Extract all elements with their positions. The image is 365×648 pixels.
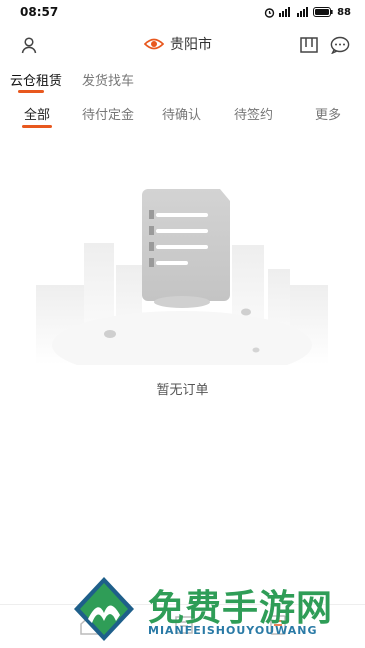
scan-icon[interactable] [300, 36, 318, 54]
order-tab-all[interactable]: 全部 [21, 104, 53, 128]
watermark: 免费手游网 MIANFEISHOUYOUWANG [70, 575, 360, 645]
top-header: 贵阳市 [0, 28, 365, 62]
order-tab-pending-confirm[interactable]: 待确认 [162, 104, 201, 123]
empty-orders-text: 暂无订单 [156, 383, 209, 398]
message-icon[interactable] [330, 36, 350, 54]
status-indicators: 88 [264, 7, 351, 18]
order-tab-pending-sign[interactable]: 待签约 [234, 104, 273, 123]
order-tab-pending-deposit[interactable]: 待付定金 [82, 104, 134, 123]
signal-icon [279, 7, 291, 17]
status-bar: 08:57 88 [0, 0, 365, 24]
empty-orders-illustration [36, 189, 328, 365]
order-status-tabs: 全部 待付定金 待确认 待签约 更多 [0, 102, 365, 128]
battery-icon [313, 7, 333, 17]
battery-level: 88 [337, 6, 351, 18]
watermark-subtitle: MIANFEISHOUYOUWANG [148, 624, 318, 637]
order-tab-more[interactable]: 更多 [315, 104, 341, 123]
location-selector[interactable]: 贵阳市 [144, 34, 212, 54]
service-tabs: 云仓租赁 发货找车 [0, 68, 365, 93]
location-label: 贵阳市 [170, 37, 212, 53]
user-icon[interactable] [20, 36, 38, 54]
location-target-icon [144, 38, 164, 50]
alarm-icon [264, 7, 275, 18]
watermark-logo-icon [74, 577, 134, 641]
tab-shipping-find-truck[interactable]: 发货找车 [82, 70, 134, 89]
signal-icon-2 [297, 7, 309, 17]
tab-cloud-warehouse-rental[interactable]: 云仓租赁 [10, 70, 62, 93]
status-time: 08:57 [20, 5, 59, 19]
